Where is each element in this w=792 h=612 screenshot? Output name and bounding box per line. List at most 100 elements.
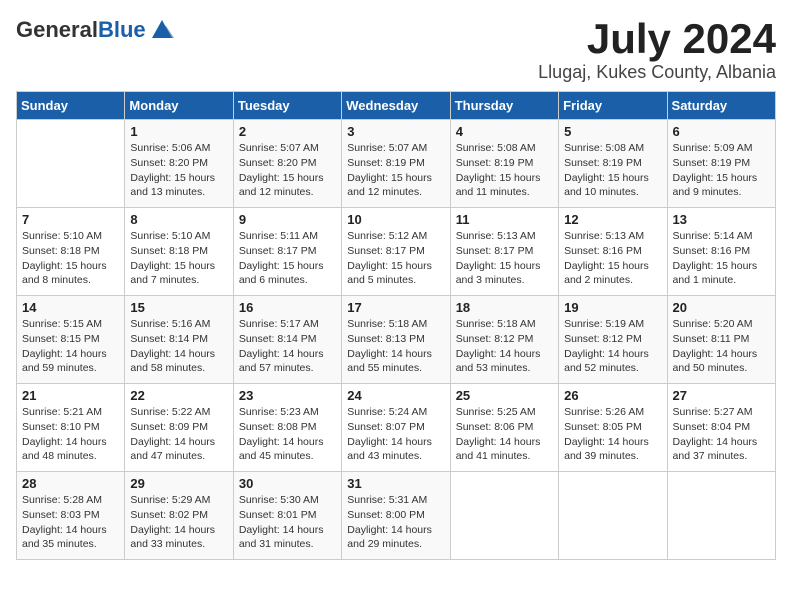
- day-cell: 10Sunrise: 5:12 AM Sunset: 8:17 PM Dayli…: [342, 208, 450, 296]
- day-number: 4: [456, 124, 553, 139]
- day-cell: 19 Sunrise: 5:19 AM Sunset: 8:12 PM Dayli…: [559, 296, 667, 384]
- day-cell: 13 Sunrise: 5:14 AM Sunset: 8:16 PM Dayli…: [667, 208, 775, 296]
- day-cell: 8 Sunrise: 5:10 AM Sunset: 8:18 PM Daylig…: [125, 208, 233, 296]
- header-saturday: Saturday: [667, 92, 775, 120]
- day-info: Sunrise: 5:07 AM Sunset: 8:19 PM Dayligh…: [347, 141, 444, 200]
- day-info: Sunrise: 5:08 AM Sunset: 8:19 PM Dayligh…: [456, 141, 553, 200]
- header: GeneralBlue July 2024 Llugaj, Kukes Coun…: [16, 16, 776, 83]
- day-number: 19: [564, 300, 661, 315]
- day-info: Sunrise: 5:10 AM Sunset: 8:18 PM Dayligh…: [22, 229, 119, 288]
- day-number: 12: [564, 212, 661, 227]
- day-number: 6: [673, 124, 770, 139]
- day-cell: 9 Sunrise: 5:11 AM Sunset: 8:17 PM Daylig…: [233, 208, 341, 296]
- day-cell: 11 Sunrise: 5:13 AM Sunset: 8:17 PM Dayli…: [450, 208, 558, 296]
- day-cell: [17, 120, 125, 208]
- day-info: Sunrise: 5:28 AM Sunset: 8:03 PM Dayligh…: [22, 493, 119, 552]
- day-info: Sunrise: 5:17 AM Sunset: 8:14 PM Dayligh…: [239, 317, 336, 376]
- header-sunday: Sunday: [17, 92, 125, 120]
- day-cell: 22 Sunrise: 5:22 AM Sunset: 8:09 PM Dayli…: [125, 384, 233, 472]
- day-info: Sunrise: 5:20 AM Sunset: 8:11 PM Dayligh…: [673, 317, 770, 376]
- day-number: 9: [239, 212, 336, 227]
- logo: GeneralBlue: [16, 16, 176, 44]
- day-number: 27: [673, 388, 770, 403]
- day-number: 24: [347, 388, 444, 403]
- day-cell: 26 Sunrise: 5:26 AM Sunset: 8:05 PM Dayli…: [559, 384, 667, 472]
- day-cell: [450, 472, 558, 560]
- day-cell: [667, 472, 775, 560]
- day-cell: 17 Sunrise: 5:18 AM Sunset: 8:13 PM Dayli…: [342, 296, 450, 384]
- day-info: Sunrise: 5:21 AM Sunset: 8:10 PM Dayligh…: [22, 405, 119, 464]
- day-cell: 29Sunrise: 5:29 AM Sunset: 8:02 PM Dayli…: [125, 472, 233, 560]
- header-thursday: Thursday: [450, 92, 558, 120]
- day-number: 31: [347, 476, 444, 491]
- day-number: 2: [239, 124, 336, 139]
- week-row-3: 14Sunrise: 5:15 AM Sunset: 8:15 PM Dayli…: [17, 296, 776, 384]
- day-info: Sunrise: 5:10 AM Sunset: 8:18 PM Dayligh…: [130, 229, 227, 288]
- day-number: 15: [130, 300, 227, 315]
- day-cell: 6 Sunrise: 5:09 AM Sunset: 8:19 PM Daylig…: [667, 120, 775, 208]
- day-info: Sunrise: 5:06 AM Sunset: 8:20 PM Dayligh…: [130, 141, 227, 200]
- day-cell: 21Sunrise: 5:21 AM Sunset: 8:10 PM Dayli…: [17, 384, 125, 472]
- day-number: 17: [347, 300, 444, 315]
- day-info: Sunrise: 5:11 AM Sunset: 8:17 PM Dayligh…: [239, 229, 336, 288]
- day-number: 5: [564, 124, 661, 139]
- day-info: Sunrise: 5:13 AM Sunset: 8:16 PM Dayligh…: [564, 229, 661, 288]
- header-friday: Friday: [559, 92, 667, 120]
- day-cell: 12 Sunrise: 5:13 AM Sunset: 8:16 PM Dayli…: [559, 208, 667, 296]
- day-cell: 14Sunrise: 5:15 AM Sunset: 8:15 PM Dayli…: [17, 296, 125, 384]
- day-cell: 15 Sunrise: 5:16 AM Sunset: 8:14 PM Dayli…: [125, 296, 233, 384]
- day-number: 28: [22, 476, 119, 491]
- day-cell: 5 Sunrise: 5:08 AM Sunset: 8:19 PM Daylig…: [559, 120, 667, 208]
- day-cell: 16Sunrise: 5:17 AM Sunset: 8:14 PM Dayli…: [233, 296, 341, 384]
- day-cell: 28 Sunrise: 5:28 AM Sunset: 8:03 PM Dayli…: [17, 472, 125, 560]
- day-cell: 2 Sunrise: 5:07 AM Sunset: 8:20 PM Daylig…: [233, 120, 341, 208]
- day-number: 22: [130, 388, 227, 403]
- day-info: Sunrise: 5:15 AM Sunset: 8:15 PM Dayligh…: [22, 317, 119, 376]
- day-number: 20: [673, 300, 770, 315]
- week-row-1: 1Sunrise: 5:06 AM Sunset: 8:20 PM Daylig…: [17, 120, 776, 208]
- day-number: 7: [22, 212, 119, 227]
- day-info: Sunrise: 5:09 AM Sunset: 8:19 PM Dayligh…: [673, 141, 770, 200]
- day-cell: 18Sunrise: 5:18 AM Sunset: 8:12 PM Dayli…: [450, 296, 558, 384]
- day-cell: 20 Sunrise: 5:20 AM Sunset: 8:11 PM Dayli…: [667, 296, 775, 384]
- calendar-table: SundayMondayTuesdayWednesdayThursdayFrid…: [16, 91, 776, 560]
- day-cell: 24 Sunrise: 5:24 AM Sunset: 8:07 PM Dayli…: [342, 384, 450, 472]
- day-cell: 30 Sunrise: 5:30 AM Sunset: 8:01 PM Dayli…: [233, 472, 341, 560]
- day-cell: 7 Sunrise: 5:10 AM Sunset: 8:18 PM Daylig…: [17, 208, 125, 296]
- day-cell: 1Sunrise: 5:06 AM Sunset: 8:20 PM Daylig…: [125, 120, 233, 208]
- day-number: 25: [456, 388, 553, 403]
- day-info: Sunrise: 5:14 AM Sunset: 8:16 PM Dayligh…: [673, 229, 770, 288]
- logo-general: General: [16, 17, 98, 42]
- day-info: Sunrise: 5:27 AM Sunset: 8:04 PM Dayligh…: [673, 405, 770, 464]
- day-info: Sunrise: 5:19 AM Sunset: 8:12 PM Dayligh…: [564, 317, 661, 376]
- day-number: 11: [456, 212, 553, 227]
- day-info: Sunrise: 5:08 AM Sunset: 8:19 PM Dayligh…: [564, 141, 661, 200]
- header-tuesday: Tuesday: [233, 92, 341, 120]
- day-cell: 27 Sunrise: 5:27 AM Sunset: 8:04 PM Dayli…: [667, 384, 775, 472]
- title-area: July 2024 Llugaj, Kukes County, Albania: [538, 16, 776, 83]
- day-info: Sunrise: 5:26 AM Sunset: 8:05 PM Dayligh…: [564, 405, 661, 464]
- day-info: Sunrise: 5:25 AM Sunset: 8:06 PM Dayligh…: [456, 405, 553, 464]
- day-info: Sunrise: 5:30 AM Sunset: 8:01 PM Dayligh…: [239, 493, 336, 552]
- day-info: Sunrise: 5:12 AM Sunset: 8:17 PM Dayligh…: [347, 229, 444, 288]
- day-info: Sunrise: 5:07 AM Sunset: 8:20 PM Dayligh…: [239, 141, 336, 200]
- header-monday: Monday: [125, 92, 233, 120]
- week-row-5: 28 Sunrise: 5:28 AM Sunset: 8:03 PM Dayli…: [17, 472, 776, 560]
- day-cell: 3Sunrise: 5:07 AM Sunset: 8:19 PM Daylig…: [342, 120, 450, 208]
- day-number: 23: [239, 388, 336, 403]
- day-number: 30: [239, 476, 336, 491]
- day-info: Sunrise: 5:18 AM Sunset: 8:13 PM Dayligh…: [347, 317, 444, 376]
- day-info: Sunrise: 5:13 AM Sunset: 8:17 PM Dayligh…: [456, 229, 553, 288]
- day-info: Sunrise: 5:16 AM Sunset: 8:14 PM Dayligh…: [130, 317, 227, 376]
- day-info: Sunrise: 5:24 AM Sunset: 8:07 PM Dayligh…: [347, 405, 444, 464]
- day-info: Sunrise: 5:22 AM Sunset: 8:09 PM Dayligh…: [130, 405, 227, 464]
- logo-icon: [148, 16, 176, 44]
- day-number: 8: [130, 212, 227, 227]
- header-wednesday: Wednesday: [342, 92, 450, 120]
- day-cell: 23Sunrise: 5:23 AM Sunset: 8:08 PM Dayli…: [233, 384, 341, 472]
- day-number: 13: [673, 212, 770, 227]
- day-info: Sunrise: 5:18 AM Sunset: 8:12 PM Dayligh…: [456, 317, 553, 376]
- day-cell: [559, 472, 667, 560]
- logo-blue: Blue: [98, 17, 146, 42]
- day-number: 26: [564, 388, 661, 403]
